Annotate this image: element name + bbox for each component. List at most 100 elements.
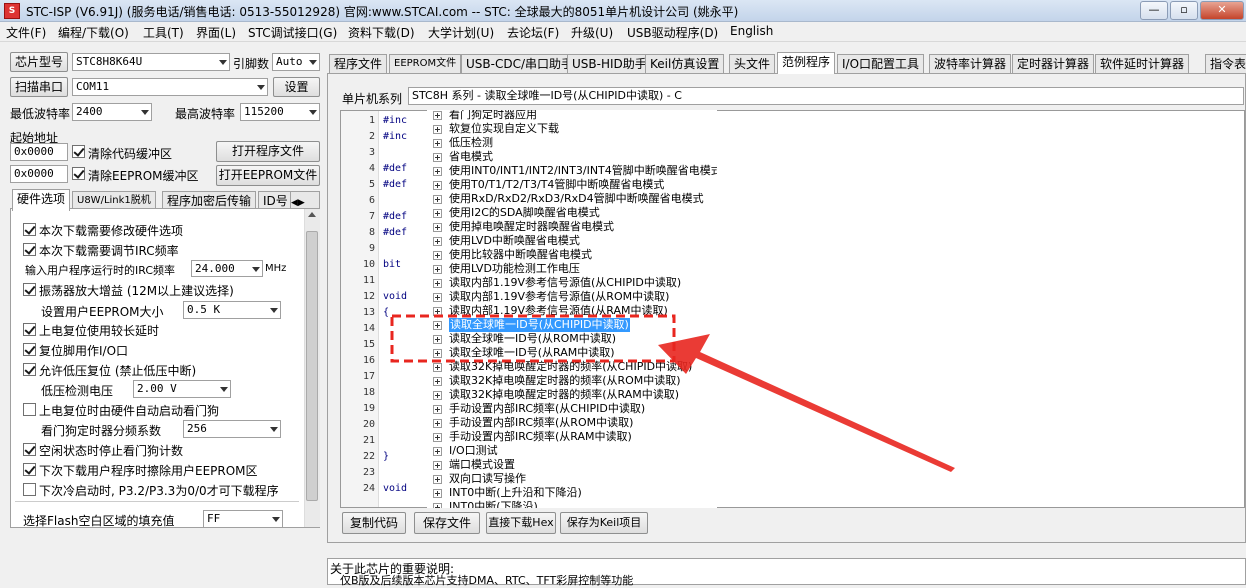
expand-icon[interactable] xyxy=(433,363,442,372)
expand-icon[interactable] xyxy=(433,167,442,176)
chevron-down-icon xyxy=(257,85,265,90)
close-button[interactable]: ✕ xyxy=(1200,1,1244,20)
expand-icon[interactable] xyxy=(433,489,442,498)
eeprom-start-address-input[interactable]: 0x0000 xyxy=(10,165,68,183)
opt-auto-watchdog-checkbox[interactable] xyxy=(23,403,36,416)
pin-count-select[interactable]: Auto xyxy=(272,53,320,71)
menu-docs[interactable]: 资料下载(D) xyxy=(348,24,415,41)
save-keil-project-button[interactable]: 保存为Keil项目 xyxy=(560,512,648,534)
line-number-gutter: 1 2 3 4 5 6 7 8 9 10 11 12 13 14 15 16 1… xyxy=(341,111,379,507)
expand-icon[interactable] xyxy=(433,475,442,484)
chip-model-button[interactable]: 芯片型号 xyxy=(10,52,68,72)
tab-usb-hid[interactable]: USB-HID助手 xyxy=(567,54,652,74)
tab-eeprom-file[interactable]: EEPROM文件 xyxy=(389,54,462,74)
menu-tools[interactable]: 工具(T) xyxy=(143,24,184,41)
scan-port-button[interactable]: 扫描串口 xyxy=(10,77,68,97)
tab-baud-calc[interactable]: 波特率计算器 xyxy=(929,54,1012,74)
expand-icon[interactable] xyxy=(433,209,442,218)
opt-adjust-irc-checkbox[interactable] xyxy=(23,243,36,256)
save-file-button[interactable]: 保存文件 xyxy=(414,512,480,534)
expand-icon[interactable] xyxy=(433,503,442,508)
expand-icon[interactable] xyxy=(433,195,442,204)
tree-item-label: I/O口测试 xyxy=(449,444,498,457)
expand-icon[interactable] xyxy=(433,307,442,316)
tab-header-file[interactable]: 头文件 xyxy=(729,54,776,74)
tab-instruction-table[interactable]: 指令表 xyxy=(1205,54,1246,74)
sample-tree-dropdown[interactable]: 看门狗定时器应用 软复位实现自定义下载 低压检测 省电模式 使用INT0/INT1/IN… xyxy=(427,110,717,508)
code-start-address-input[interactable]: 0x0000 xyxy=(10,143,68,161)
tab-usb-cdc[interactable]: USB-CDC/串口助手 xyxy=(461,54,579,74)
settings-button[interactable]: 设置 xyxy=(273,77,320,97)
expand-icon[interactable] xyxy=(433,321,442,330)
opt-modify-hw-checkbox[interactable] xyxy=(23,223,36,236)
tab-program-file[interactable]: 程序文件 xyxy=(329,54,388,74)
min-baud-select[interactable]: 2400 xyxy=(72,103,152,121)
menu-upgrade[interactable]: 升级(U) xyxy=(571,24,613,41)
watchdog-prescaler-select[interactable]: 256 xyxy=(183,420,281,438)
opt-low-voltage-reset-checkbox[interactable] xyxy=(23,363,36,376)
irc-frequency-select[interactable]: 24.000 xyxy=(191,260,263,277)
opt-long-delay-checkbox[interactable] xyxy=(23,323,36,336)
expand-icon[interactable] xyxy=(433,433,442,442)
open-eeprom-file-button[interactable]: 打开EEPROM文件 xyxy=(216,165,320,186)
expand-icon[interactable] xyxy=(433,461,442,470)
menu-university[interactable]: 大学计划(U) xyxy=(428,24,494,41)
opt-osc-gain-checkbox[interactable] xyxy=(23,283,36,296)
tab-sample-programs[interactable]: 范例程序 xyxy=(777,52,836,74)
expand-icon[interactable] xyxy=(433,125,442,134)
download-hex-button[interactable]: 直接下载Hex xyxy=(486,512,556,534)
max-baud-select[interactable]: 115200 xyxy=(240,103,320,121)
expand-icon[interactable] xyxy=(433,153,442,162)
hardware-options-scrollbar[interactable] xyxy=(304,209,320,527)
menu-interface[interactable]: 界面(L) xyxy=(196,24,236,41)
expand-icon[interactable] xyxy=(433,251,442,260)
tab-delay-calc[interactable]: 软件延时计算器 xyxy=(1095,54,1190,74)
expand-icon[interactable] xyxy=(433,419,442,428)
expand-icon[interactable] xyxy=(433,279,442,288)
restore-button[interactable]: ▫ xyxy=(1170,1,1198,20)
expand-icon[interactable] xyxy=(433,391,442,400)
expand-icon[interactable] xyxy=(433,377,442,386)
menu-debug[interactable]: STC调试接口(G) xyxy=(248,24,337,41)
opt-erase-eeprom-checkbox[interactable] xyxy=(23,463,36,476)
low-voltage-select[interactable]: 2.00 V xyxy=(133,380,231,398)
expand-icon[interactable] xyxy=(433,265,442,274)
tab-io-config[interactable]: I/O口配置工具 xyxy=(837,54,925,74)
expand-icon[interactable] xyxy=(433,223,442,232)
chip-info-panel: 关于此芯片的重要说明: 仅B版及后续版本芯片支持DMA、RTC、TFT彩屏控制等… xyxy=(327,558,1246,587)
opt-idle-stop-watchdog-checkbox[interactable] xyxy=(23,443,36,456)
mcu-series-select[interactable]: STC8H 系列 - 读取全球唯一ID号(从CHIPID中读取) - C xyxy=(408,87,1244,105)
hardware-options-panel: 本次下载需要修改硬件选项 本次下载需要调节IRC频率 输入用户程序运行时的IRC… xyxy=(10,208,320,528)
menu-program[interactable]: 编程/下载(O) xyxy=(58,24,129,41)
opt-cold-start-checkbox[interactable] xyxy=(23,483,36,496)
clear-code-checkbox[interactable] xyxy=(72,145,85,158)
line-number: 22 xyxy=(362,451,375,462)
menu-forum[interactable]: 去论坛(F) xyxy=(507,24,559,41)
expand-icon[interactable] xyxy=(433,181,442,190)
expand-icon[interactable] xyxy=(433,349,442,358)
copy-code-button[interactable]: 复制代码 xyxy=(342,512,406,534)
opt-reset-io-checkbox[interactable] xyxy=(23,343,36,356)
scroll-thumb[interactable] xyxy=(306,231,318,501)
menu-english[interactable]: English xyxy=(730,24,773,38)
menu-file[interactable]: 文件(F) xyxy=(6,24,46,41)
tab-keil-sim[interactable]: Keil仿真设置 xyxy=(645,54,725,74)
tab-timer-calc[interactable]: 定时器计算器 xyxy=(1012,54,1095,74)
expand-icon[interactable] xyxy=(433,237,442,246)
expand-icon[interactable] xyxy=(433,293,442,302)
eeprom-size-select[interactable]: 0.5 K xyxy=(183,301,281,319)
flash-fill-select[interactable]: FF xyxy=(203,510,283,528)
expand-icon[interactable] xyxy=(433,447,442,456)
expand-icon[interactable] xyxy=(433,335,442,344)
tab-hardware-options[interactable]: 硬件选项 xyxy=(12,189,71,211)
scroll-up-icon[interactable] xyxy=(308,212,316,217)
port-select[interactable]: COM11 xyxy=(72,78,268,96)
chip-model-select[interactable]: STC8H8K64U xyxy=(72,53,230,71)
open-program-file-button[interactable]: 打开程序文件 xyxy=(216,141,320,162)
expand-icon[interactable] xyxy=(433,405,442,414)
expand-icon[interactable] xyxy=(433,139,442,148)
menu-usb-driver[interactable]: USB驱动程序(D) xyxy=(627,24,718,41)
expand-icon[interactable] xyxy=(433,111,442,120)
clear-eeprom-checkbox[interactable] xyxy=(72,167,85,180)
minimize-button[interactable]: — xyxy=(1140,1,1168,20)
